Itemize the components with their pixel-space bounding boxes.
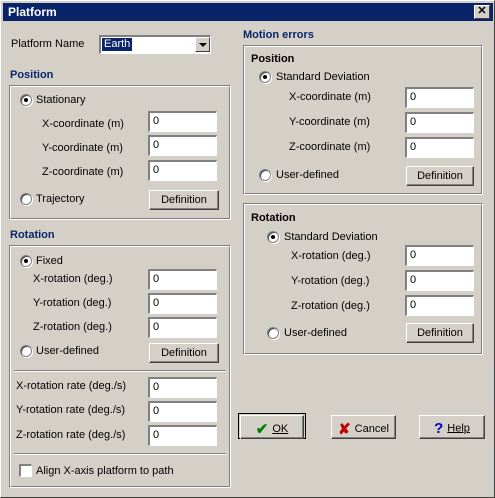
rotation-user-defined-radio[interactable] — [20, 345, 32, 357]
motion-rotation-title: Rotation — [251, 212, 296, 224]
trajectory-label: Trajectory — [36, 193, 85, 205]
align-divider — [14, 453, 226, 455]
position-section-title: Position — [10, 69, 54, 81]
rotation-y-label: Y-rotation (deg.) — [33, 297, 112, 309]
motion-rotation-y-label: Y-rotation (deg.) — [291, 275, 370, 287]
fixed-label: Fixed — [36, 255, 63, 267]
rotation-y-input[interactable]: 0 — [148, 293, 217, 314]
rotation-divider — [14, 370, 226, 372]
motion-position-z-input[interactable]: 0 — [405, 137, 474, 158]
stationary-label: Stationary — [36, 94, 86, 106]
motion-rotation-user-defined-radio[interactable] — [267, 327, 279, 339]
motion-rotation-y-input[interactable]: 0 — [405, 270, 474, 291]
help-label: Help — [447, 422, 470, 435]
cancel-label: Cancel — [354, 422, 389, 435]
ok-button[interactable]: ✔ OK — [240, 415, 304, 439]
title-bar[interactable]: Platform ✕ — [3, 3, 493, 21]
rotation-user-defined-label: User-defined — [36, 345, 99, 357]
motion-rotation-x-input[interactable]: 0 — [405, 245, 474, 266]
chevron-down-icon[interactable] — [195, 37, 210, 52]
motion-rotation-definition-button[interactable]: Definition — [406, 323, 474, 343]
close-icon: ✕ — [477, 5, 487, 17]
align-x-axis-checkbox[interactable] — [19, 464, 32, 477]
y-rotation-rate-input[interactable]: 0 — [148, 401, 217, 422]
motion-position-y-label: Y-coordinate (m) — [289, 116, 370, 128]
motion-errors-title: Motion errors — [243, 29, 314, 41]
position-x-label: X-coordinate (m) — [42, 118, 124, 130]
help-question-icon: ? — [434, 420, 444, 437]
motion-position-std-label: Standard Deviation — [276, 71, 370, 83]
motion-rotation-x-label: X-rotation (deg.) — [291, 250, 371, 262]
motion-position-user-defined-radio[interactable] — [259, 169, 271, 181]
motion-position-user-defined-label: User-defined — [276, 169, 339, 181]
motion-position-y-input[interactable]: 0 — [405, 112, 474, 133]
trajectory-radio[interactable] — [20, 193, 32, 205]
stationary-radio[interactable] — [20, 94, 32, 106]
rotation-z-label: Z-rotation (deg.) — [33, 321, 112, 333]
y-rotation-rate-label: Y-rotation rate (deg./s) — [16, 404, 126, 416]
motion-position-std-radio[interactable] — [259, 71, 271, 83]
position-z-input[interactable]: 0 — [148, 160, 217, 181]
position-y-input[interactable]: 0 — [148, 135, 217, 156]
motion-rotation-std-radio[interactable] — [267, 231, 279, 243]
motion-rotation-z-input[interactable]: 0 — [405, 295, 474, 316]
help-button[interactable]: ? Help — [419, 415, 485, 439]
motion-rotation-user-defined-label: User-defined — [284, 327, 347, 339]
rotation-section-title: Rotation — [10, 229, 55, 241]
window-title: Platform — [8, 5, 57, 19]
platform-name-value: Earth — [102, 38, 133, 51]
position-x-input[interactable]: 0 — [148, 111, 217, 132]
rotation-definition-button[interactable]: Definition — [149, 343, 219, 363]
close-button[interactable]: ✕ — [474, 5, 490, 19]
motion-position-x-label: X-coordinate (m) — [289, 91, 371, 103]
x-rotation-rate-input[interactable]: 0 — [148, 377, 217, 398]
platform-name-label: Platform Name — [11, 38, 85, 50]
motion-position-z-label: Z-coordinate (m) — [289, 141, 371, 153]
position-z-label: Z-coordinate (m) — [42, 166, 124, 178]
fixed-radio[interactable] — [20, 255, 32, 267]
position-definition-button[interactable]: Definition — [149, 190, 219, 210]
rotation-x-label: X-rotation (deg.) — [33, 273, 113, 285]
platform-name-select[interactable]: Earth — [99, 35, 211, 54]
ok-label: OK — [272, 422, 289, 435]
z-rotation-rate-label: Z-rotation rate (deg./s) — [16, 429, 126, 441]
motion-position-definition-button[interactable]: Definition — [406, 166, 474, 186]
align-x-axis-label: Align X-axis platform to path — [36, 465, 174, 477]
motion-rotation-z-label: Z-rotation (deg.) — [291, 300, 370, 312]
x-rotation-rate-label: X-rotation rate (deg./s) — [16, 380, 127, 392]
rotation-z-input[interactable]: 0 — [148, 317, 217, 338]
motion-position-x-input[interactable]: 0 — [405, 87, 474, 108]
cancel-x-icon: ✘ — [338, 421, 351, 438]
position-y-label: Y-coordinate (m) — [42, 142, 123, 154]
checkmark-icon: ✔ — [255, 421, 269, 438]
z-rotation-rate-input[interactable]: 0 — [148, 425, 217, 446]
rotation-x-input[interactable]: 0 — [148, 269, 217, 290]
cancel-button[interactable]: ✘ Cancel — [331, 415, 396, 439]
motion-position-title: Position — [251, 53, 295, 65]
motion-rotation-std-label: Standard Deviation — [284, 231, 378, 243]
